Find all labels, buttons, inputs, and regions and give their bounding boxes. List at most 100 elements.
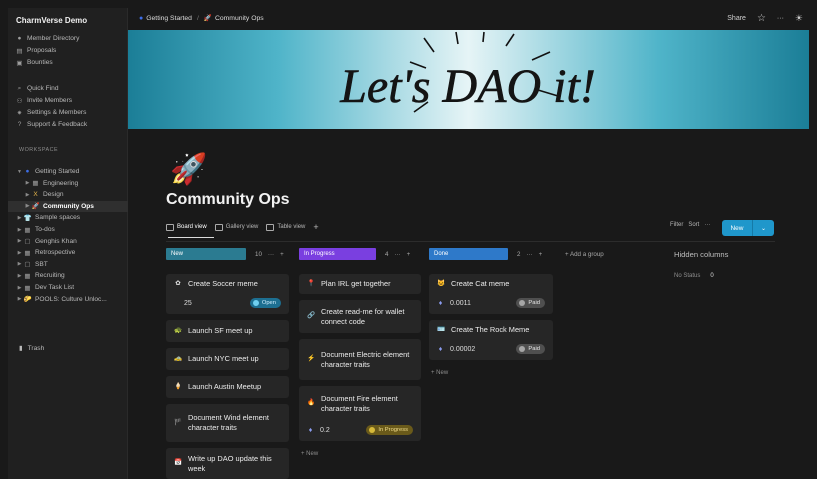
breadcrumb-current[interactable]: Community Ops — [215, 15, 264, 22]
column-count: 10 — [255, 250, 262, 258]
column-add-icon[interactable]: + — [539, 251, 543, 258]
sidebar-page-label: SBT — [35, 260, 48, 268]
sidebar-item-quick-find[interactable]: ⌕ Quick Find — [8, 83, 128, 94]
card-title: 😺 Create Cat meme — [437, 274, 545, 294]
sidebar-page-label: Design — [43, 191, 64, 199]
page-icon: 🌮 — [23, 296, 32, 304]
page-title[interactable]: Community Ops — [166, 191, 290, 209]
card-title-text: Launch Austin Meetup — [188, 382, 262, 392]
page-icon: ▦ — [24, 226, 31, 234]
column-add-icon[interactable]: + — [407, 251, 411, 258]
add-card-button[interactable]: + New — [431, 370, 448, 376]
caret-down-icon[interactable]: ▼ — [16, 169, 23, 175]
card-icon: 🔥 — [306, 399, 316, 407]
sidebar-page-engineering[interactable]: ▶ ▦ Engineering — [8, 178, 128, 189]
card-icon: 🏴 — [173, 418, 183, 426]
board-card[interactable]: 🪪 Create The Rock Meme ♦ 0.00002 Paid — [429, 320, 553, 360]
sidebar-item-member-directory[interactable]: ● Member Directory — [8, 33, 128, 44]
tab-board-view[interactable]: Board view — [166, 223, 207, 231]
breadcrumb-parent[interactable]: Getting Started — [146, 15, 192, 22]
sidebar-item-invite-members[interactable]: ⚇ Invite Members — [8, 95, 128, 106]
workspace-section-label: WORKSPACE — [19, 147, 59, 153]
caret-right-icon[interactable]: ▶ — [24, 192, 31, 198]
star-icon[interactable]: ☆ — [757, 13, 766, 24]
filter-button[interactable]: Filter — [670, 222, 683, 228]
column-more-icon[interactable]: ··· — [526, 251, 532, 258]
sidebar-item-settings[interactable]: ✷ Settings & Members — [8, 107, 128, 118]
column-add-icon[interactable]: + — [280, 251, 284, 258]
card-icon: 😺 — [436, 279, 446, 287]
sidebar-item-trash[interactable]: ▮ Trash — [19, 344, 44, 353]
hidden-columns-title: Hidden columns — [674, 250, 729, 259]
card-reward-value: 0.0011 — [450, 299, 471, 307]
sidebar-item-bounties[interactable]: ▣ Bounties — [8, 57, 128, 68]
card-icon: 📅 — [173, 459, 183, 467]
sidebar-item-proposals[interactable]: ▤ Proposals — [8, 45, 128, 56]
sidebar-page-design[interactable]: ▶ X Design — [8, 189, 128, 200]
column-tag[interactable]: Done — [429, 248, 508, 260]
new-card-button[interactable]: New ⌄ — [722, 220, 774, 236]
sidebar-page-pools-culture-unloc[interactable]: ▶ 🌮 POOLS: Culture Unloc... — [8, 294, 128, 305]
card-title-text: Create read-me for wallet connect code — [321, 306, 405, 326]
caret-right-icon[interactable]: ▶ — [16, 296, 23, 302]
page-icon[interactable]: 🚀 — [170, 152, 207, 187]
board-card[interactable]: ✿ Create Soccer meme 25 Open — [166, 274, 289, 314]
share-button[interactable]: Share — [727, 15, 746, 22]
card-title-text: Plan IRL get together — [321, 279, 391, 289]
sidebar-page-recruiting[interactable]: ▶ ▦ Recruiting — [8, 270, 128, 281]
caret-right-icon[interactable]: ▶ — [16, 285, 23, 291]
sidebar-page-label: Recruiting — [35, 272, 65, 280]
sidebar-item-support[interactable]: ? Support & Feedback — [8, 119, 128, 130]
card-title-text: Create Soccer meme — [188, 279, 258, 289]
new-card-dropdown[interactable]: ⌄ — [752, 220, 774, 236]
caret-right-icon[interactable]: ▶ — [16, 238, 23, 244]
theme-toggle-icon[interactable]: ☀ — [795, 13, 803, 24]
sidebar-page-community-ops[interactable]: ▶ 🚀 Community Ops — [8, 200, 128, 212]
sidebar-page-getting-started[interactable]: ▼ ● Getting Started — [8, 166, 128, 177]
board-more-button[interactable]: ··· — [704, 222, 710, 228]
card-title: 📍 Plan IRL get together — [307, 274, 413, 294]
board-card[interactable]: 🚕 Launch NYC meet up — [166, 348, 289, 370]
sidebar-page-genghis-khan[interactable]: ▶ ▢ Genghis Khan — [8, 236, 128, 247]
caret-right-icon[interactable]: ▶ — [16, 250, 23, 256]
column-tag[interactable]: New — [166, 248, 246, 260]
caret-right-icon[interactable]: ▶ — [16, 215, 23, 221]
add-group-button[interactable]: + Add a group — [565, 251, 604, 258]
sidebar-page-dev-task-list[interactable]: ▶ ▦ Dev Task List — [8, 282, 128, 293]
caret-right-icon[interactable]: ▶ — [24, 180, 31, 186]
workspace-name[interactable]: CharmVerse Demo — [16, 16, 87, 25]
tab-gallery-view[interactable]: Gallery view — [214, 223, 258, 231]
board-card[interactable]: 📍 Plan IRL get together — [299, 274, 421, 294]
caret-right-icon[interactable]: ▶ — [16, 261, 23, 267]
more-options-icon[interactable]: ··· — [777, 15, 784, 22]
caret-right-icon[interactable]: ▶ — [16, 227, 23, 233]
column-more-icon[interactable]: ··· — [268, 251, 274, 258]
sidebar-page-sbt[interactable]: ▶ ▢ SBT — [8, 259, 128, 270]
no-status-column[interactable]: No Status 0 — [674, 273, 714, 279]
getting-started-icon: ● — [139, 14, 144, 22]
board-card[interactable]: 📅 Write up DAO update this week — [166, 448, 289, 479]
sort-button[interactable]: Sort — [688, 222, 699, 228]
board-card[interactable]: 😺 Create Cat meme ♦ 0.0011 Paid — [429, 274, 553, 314]
board-card[interactable]: 🐢 Launch SF meet up — [166, 320, 289, 342]
column-tag[interactable]: In Progress — [299, 248, 376, 260]
page-icon: ● — [25, 168, 30, 175]
board-card[interactable]: 🍦 Launch Austin Meetup — [166, 376, 289, 398]
add-card-button[interactable]: + New — [301, 451, 318, 457]
sidebar-page-retrospective[interactable]: ▶ ▦ Retrospective — [8, 247, 128, 258]
board-card[interactable]: 🔥 Document Fire element character traits ♦… — [299, 386, 421, 441]
caret-right-icon[interactable]: ▶ — [16, 273, 23, 279]
tab-table-view[interactable]: Table view — [266, 223, 305, 231]
board-card[interactable]: ⚡ Document Electric element character tra… — [299, 339, 421, 380]
table-view-icon — [266, 223, 275, 231]
column-count: 2 — [517, 250, 521, 258]
caret-right-icon[interactable]: ▶ — [24, 203, 31, 209]
add-view-button[interactable]: + — [313, 222, 318, 232]
board-card[interactable]: 🏴 Document Wind element character traits — [166, 404, 289, 442]
card-icon: 🪪 — [436, 325, 446, 333]
card-reward: ♦ 0.00002 — [437, 344, 476, 354]
sidebar-page-to-dos[interactable]: ▶ ▦ To-dos — [8, 224, 128, 235]
board-card[interactable]: 🔗 Create read-me for wallet connect code — [299, 300, 421, 333]
column-more-icon[interactable]: ··· — [394, 251, 400, 258]
sidebar-page-sample-spaces[interactable]: ▶ 👕 Sample spaces — [8, 212, 128, 223]
